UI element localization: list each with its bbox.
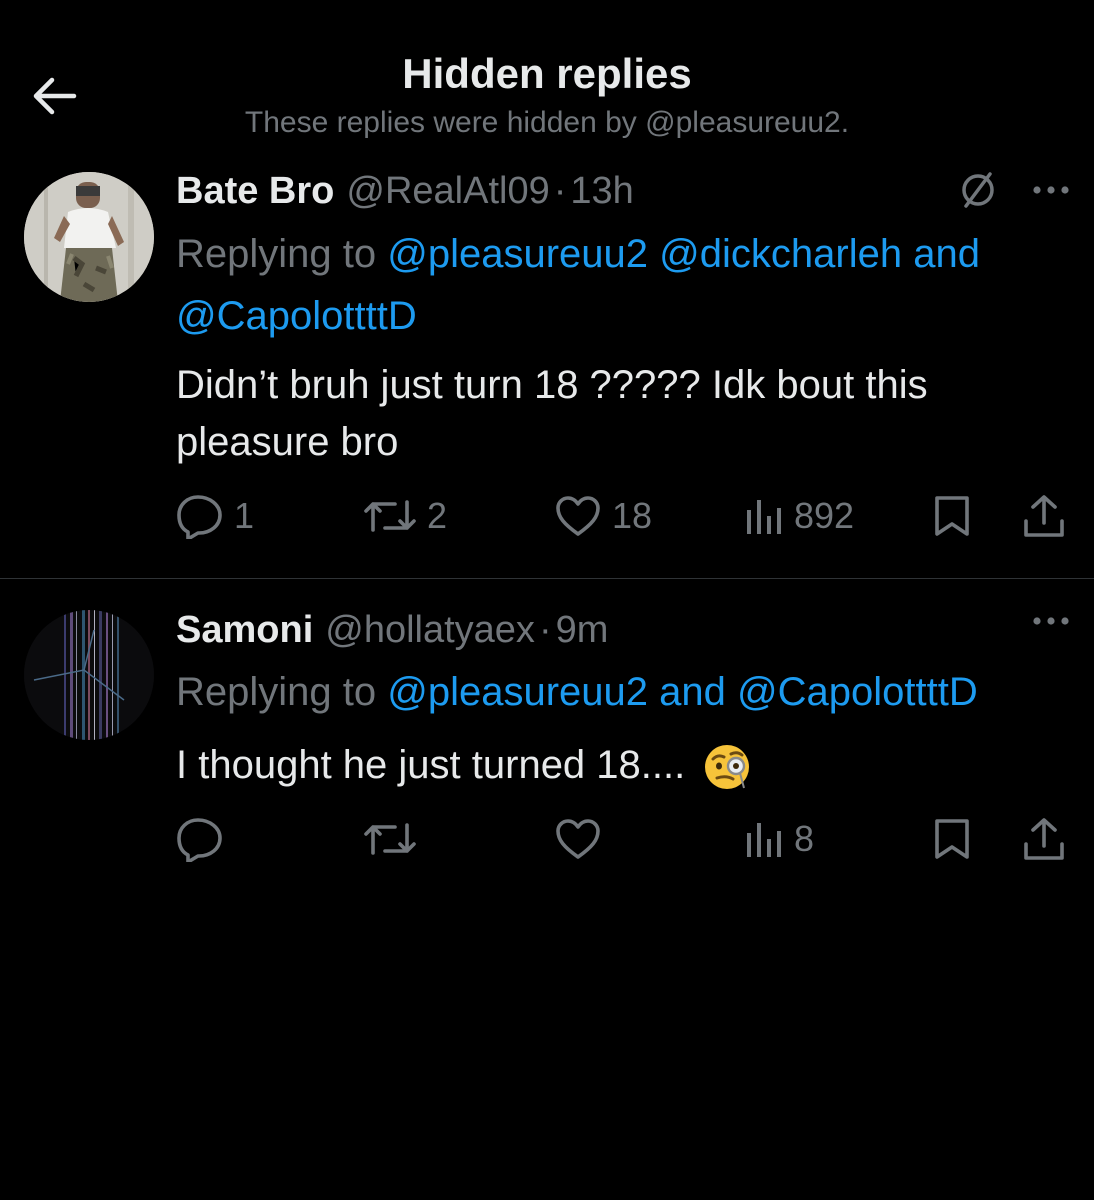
replying-to: Replying to @pleasureuu2 and @Capolotttt… [176, 661, 1056, 723]
timestamp[interactable]: 13h [570, 170, 633, 213]
avatar[interactable] [24, 610, 154, 740]
mention-link[interactable]: @pleasureuu2 [387, 670, 648, 714]
reply-item[interactable]: Samoni @hollatyaex · 9m Replying to @ple… [0, 579, 1094, 899]
share-button[interactable] [1022, 486, 1066, 546]
views-button[interactable]: 8 [744, 809, 814, 869]
separator-dot: · [553, 170, 567, 212]
mention-link[interactable]: @CapolottttD [737, 670, 978, 714]
reply-meta: Bate Bro @RealAtl09 · 13h [176, 170, 634, 213]
repost-button[interactable]: 2 [363, 486, 447, 546]
action-bar: 8 [0, 809, 1094, 869]
mention-link[interactable]: @CapolottttD [176, 294, 417, 338]
author-name[interactable]: Samoni [176, 609, 313, 652]
header: Hidden replies These replies were hidden… [0, 0, 1094, 160]
bookmark-icon [935, 496, 969, 536]
reply-text-line: Didn’t bruh just turn 18 ????? Idk bout … [176, 363, 928, 407]
reply-text: I thought he just turned 18.... [176, 737, 1056, 794]
author-name[interactable]: Bate Bro [176, 170, 334, 213]
mention-link[interactable]: @dickcharleh [659, 232, 902, 276]
hidden-reply-button[interactable] [956, 168, 1000, 212]
reply-icon [177, 818, 222, 862]
views-count: 8 [794, 818, 815, 859]
views-icon [747, 500, 781, 534]
mention-conjunction[interactable]: and [659, 670, 726, 714]
bookmark-button[interactable] [932, 809, 972, 869]
avatar[interactable] [24, 172, 154, 302]
mention-conjunction[interactable]: and [913, 232, 980, 276]
repost-icon [364, 500, 416, 532]
like-button[interactable] [554, 809, 612, 869]
more-button[interactable] [1032, 184, 1070, 196]
repost-count: 2 [427, 495, 448, 536]
like-count: 18 [612, 495, 653, 536]
replying-to-label: Replying to [176, 670, 377, 714]
repost-button[interactable] [363, 809, 427, 869]
more-icon [1033, 186, 1069, 194]
reply-text-line: I thought he just turned 18.... [176, 743, 686, 787]
avatar-image [24, 610, 154, 740]
hidden-reply-icon [962, 172, 994, 208]
reply-text-line: pleasure bro [176, 420, 399, 464]
repost-icon [364, 823, 416, 855]
views-icon [747, 823, 781, 857]
views-count: 892 [794, 495, 855, 536]
page-subtitle: These replies were hidden by @pleasureuu… [244, 106, 850, 139]
reply-button[interactable] [176, 809, 234, 869]
reply-count: 1 [234, 495, 255, 536]
share-icon [1024, 818, 1064, 860]
replying-to: Replying to @pleasureuu2 @dickcharleh an… [176, 223, 1056, 347]
views-button[interactable]: 892 [744, 486, 854, 546]
action-bar: 1 2 18 892 [0, 486, 1094, 546]
reply-text: Didn’t bruh just turn 18 ????? Idk bout … [176, 357, 1056, 471]
share-button[interactable] [1022, 809, 1066, 869]
like-icon [556, 496, 600, 536]
replying-to-label: Replying to [176, 232, 377, 276]
reply-icon [177, 495, 222, 539]
bookmark-button[interactable] [932, 486, 972, 546]
like-icon [556, 819, 600, 859]
separator-dot: · [538, 609, 552, 651]
more-button[interactable] [1032, 615, 1070, 627]
more-icon [1033, 617, 1069, 625]
author-handle[interactable]: @RealAtl09 [346, 170, 549, 213]
bookmark-icon [935, 819, 969, 859]
share-icon [1024, 495, 1064, 537]
face-with-monocle-emoji [705, 745, 750, 790]
timestamp[interactable]: 9m [556, 609, 609, 652]
mention-link[interactable]: @pleasureuu2 [387, 232, 648, 276]
reply-top-actions [956, 168, 1070, 212]
author-handle[interactable]: @hollatyaex [325, 609, 535, 652]
reply-top-actions [1032, 615, 1070, 627]
reply-item[interactable]: Bate Bro @RealAtl09 · 13h Replying to @p… [0, 160, 1094, 579]
page-title: Hidden replies [402, 50, 692, 97]
avatar-image [24, 172, 154, 302]
like-button[interactable]: 18 [554, 486, 652, 546]
reply-meta: Samoni @hollatyaex · 9m [176, 609, 608, 652]
reply-button[interactable]: 1 [176, 486, 254, 546]
